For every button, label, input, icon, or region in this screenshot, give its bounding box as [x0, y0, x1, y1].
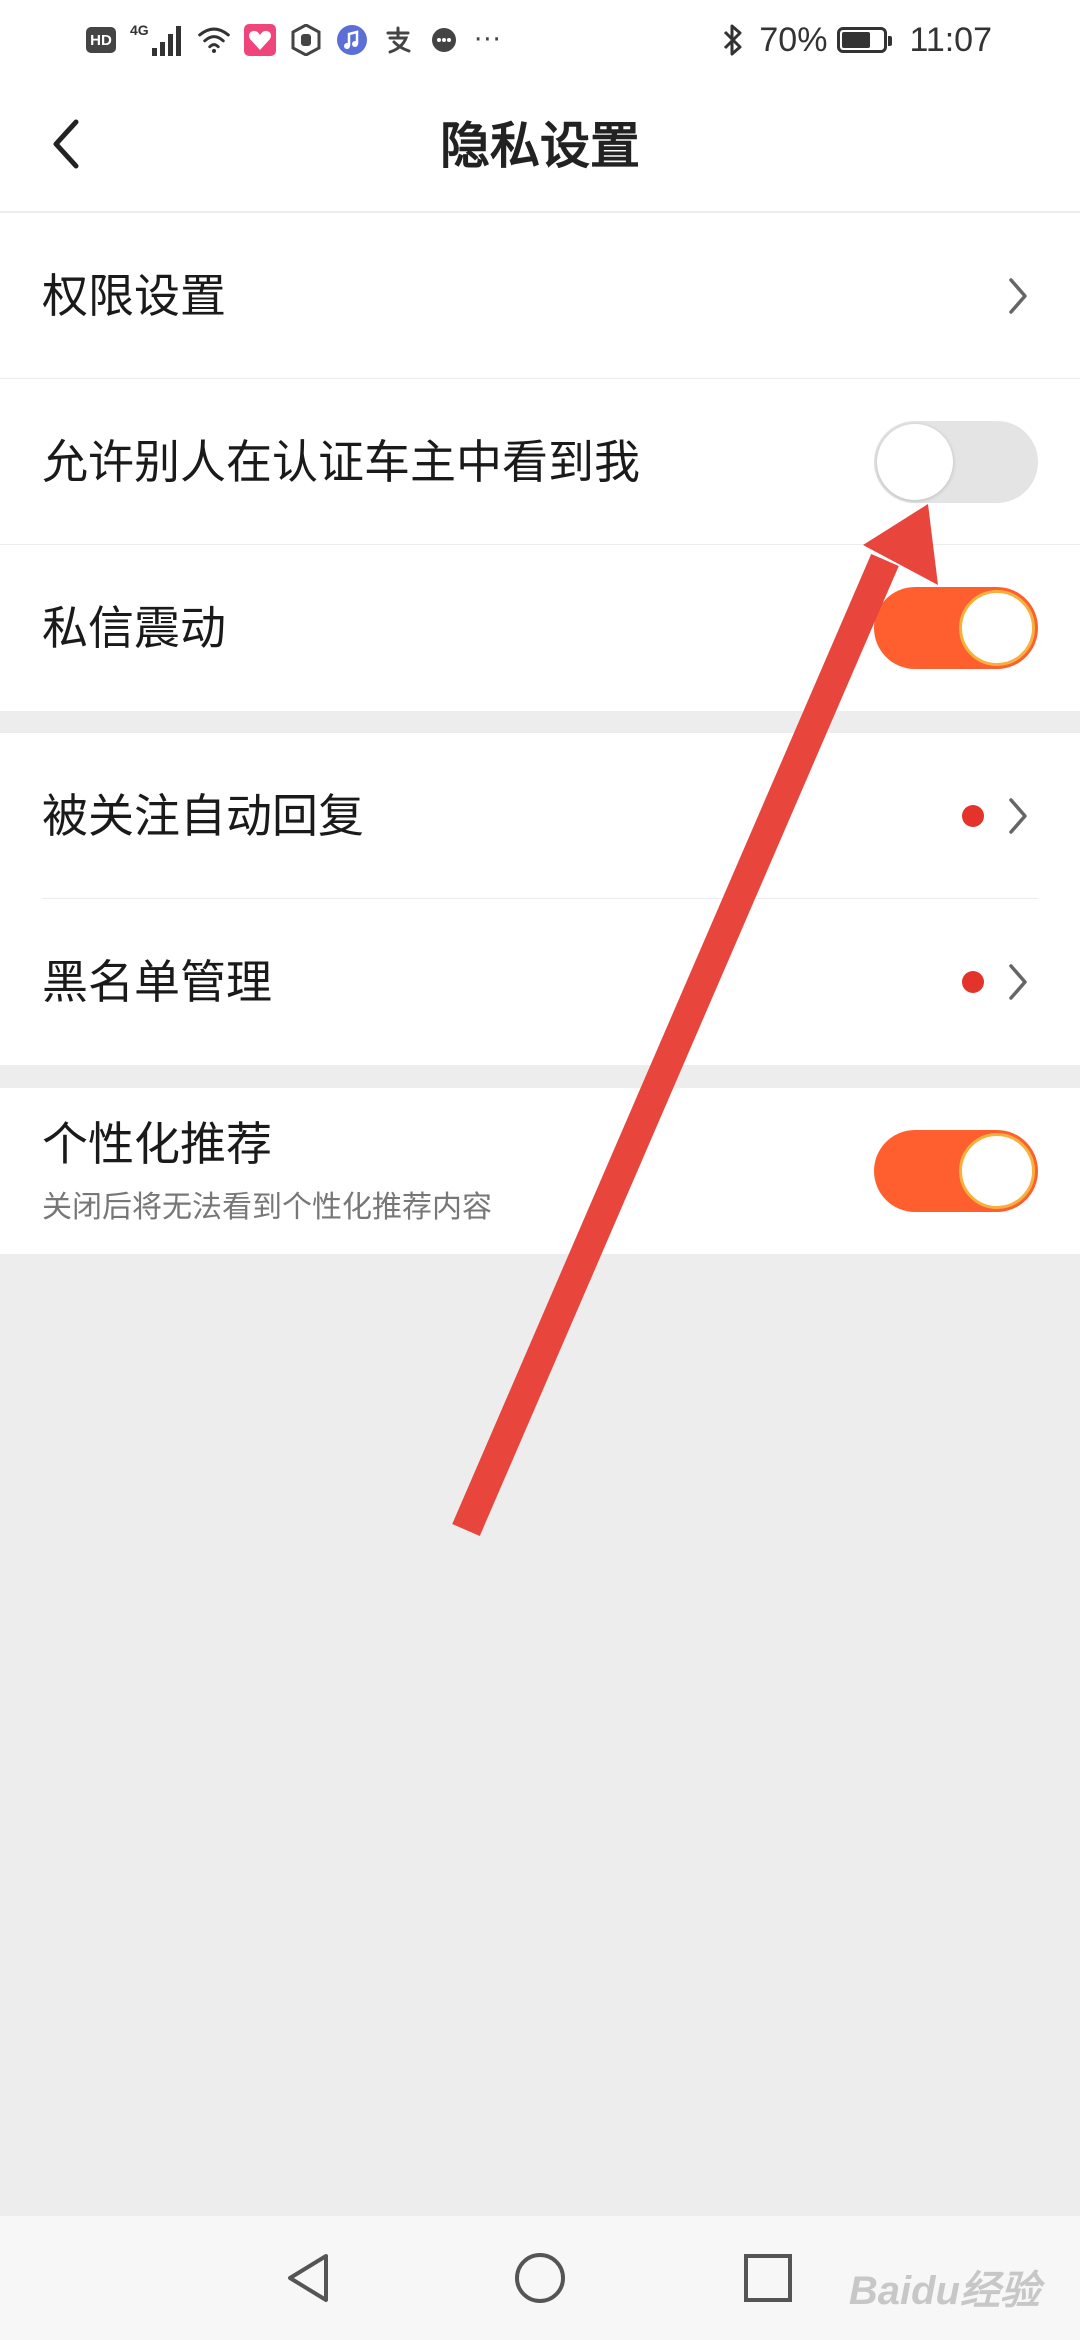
chevron-right-icon	[996, 960, 1040, 1004]
page-title: 隐私设置	[440, 117, 640, 175]
watermark: Baidu经验	[848, 2269, 1040, 2313]
toggle-knob	[877, 424, 953, 500]
alipay-icon	[382, 24, 414, 56]
badge-dot	[962, 971, 984, 993]
battery-fill	[842, 32, 871, 48]
message-vibration-toggle[interactable]	[874, 587, 1038, 669]
permission-settings-row[interactable]: 权限设置	[0, 213, 1080, 379]
toggle-knob	[959, 1133, 1035, 1209]
settings-group-3: 个性化推荐 关闭后将无法看到个性化推荐内容	[0, 1088, 1080, 1254]
chevron-right-icon	[996, 274, 1040, 318]
system-nav-bar: Baidu经验	[0, 2216, 1080, 2340]
battery-icon	[837, 27, 893, 53]
toggle-knob	[959, 590, 1035, 666]
nav-back-button[interactable]	[268, 2238, 348, 2318]
nav-home-button[interactable]	[500, 2238, 580, 2318]
cell-signal-icon: 4G	[130, 22, 184, 58]
screen: HD 4G ··· 70% 11:07 隐私设置 权限设置 允许别人在认证车主中…	[0, 0, 1080, 2340]
blacklist-management-row[interactable]: 黑名单管理	[0, 899, 1080, 1065]
row-label: 允许别人在认证车主中看到我	[42, 435, 640, 489]
row-label: 权限设置	[42, 269, 226, 323]
triangle-back-icon	[288, 2254, 328, 2302]
chevron-right-icon	[996, 794, 1040, 838]
network-type-label: 4G	[130, 22, 149, 38]
bluetooth-icon	[717, 24, 749, 56]
hand-app-icon	[290, 24, 322, 56]
status-bar-right: 70% 11:07	[717, 18, 992, 62]
personalized-recommendation-row: 个性化推荐 关闭后将无法看到个性化推荐内容	[0, 1088, 1080, 1254]
battery-percent: 70%	[759, 20, 828, 59]
status-bar-left: HD 4G ···	[86, 18, 502, 62]
hd-badge: HD	[86, 27, 116, 53]
chevron-left-icon	[53, 119, 79, 169]
row-sublabel: 关闭后将无法看到个性化推荐内容	[42, 1190, 492, 1225]
message-vibration-row: 私信震动	[0, 545, 1080, 711]
row-label: 私信震动	[42, 601, 226, 655]
more-notifications-icon: ···	[474, 25, 502, 55]
message-app-icon	[428, 24, 460, 56]
follow-auto-reply-row[interactable]: 被关注自动回复	[0, 733, 1080, 899]
settings-group-1: 权限设置 允许别人在认证车主中看到我 私信震动	[0, 213, 1080, 711]
circle-home-icon	[515, 2253, 565, 2303]
personalized-recommendation-toggle[interactable]	[874, 1130, 1038, 1212]
back-button[interactable]	[30, 108, 102, 180]
clock: 11:07	[909, 20, 992, 59]
row-label: 个性化推荐	[42, 1117, 272, 1171]
health-app-icon	[244, 24, 276, 56]
row-label: 黑名单管理	[42, 955, 272, 1009]
status-bar: HD 4G ··· 70% 11:07	[0, 0, 1080, 80]
nav-recents-button[interactable]	[728, 2238, 808, 2318]
settings-group-2: 被关注自动回复 黑名单管理	[0, 733, 1080, 1065]
visible-in-verified-owners-row: 允许别人在认证车主中看到我	[0, 379, 1080, 545]
wifi-icon	[198, 24, 230, 56]
header: 隐私设置	[0, 80, 1080, 212]
visible-in-verified-owners-toggle[interactable]	[874, 421, 1038, 503]
square-recents-icon	[744, 2254, 792, 2302]
badge-dot	[962, 805, 984, 827]
music-app-icon	[336, 24, 368, 56]
row-label: 被关注自动回复	[42, 789, 364, 843]
